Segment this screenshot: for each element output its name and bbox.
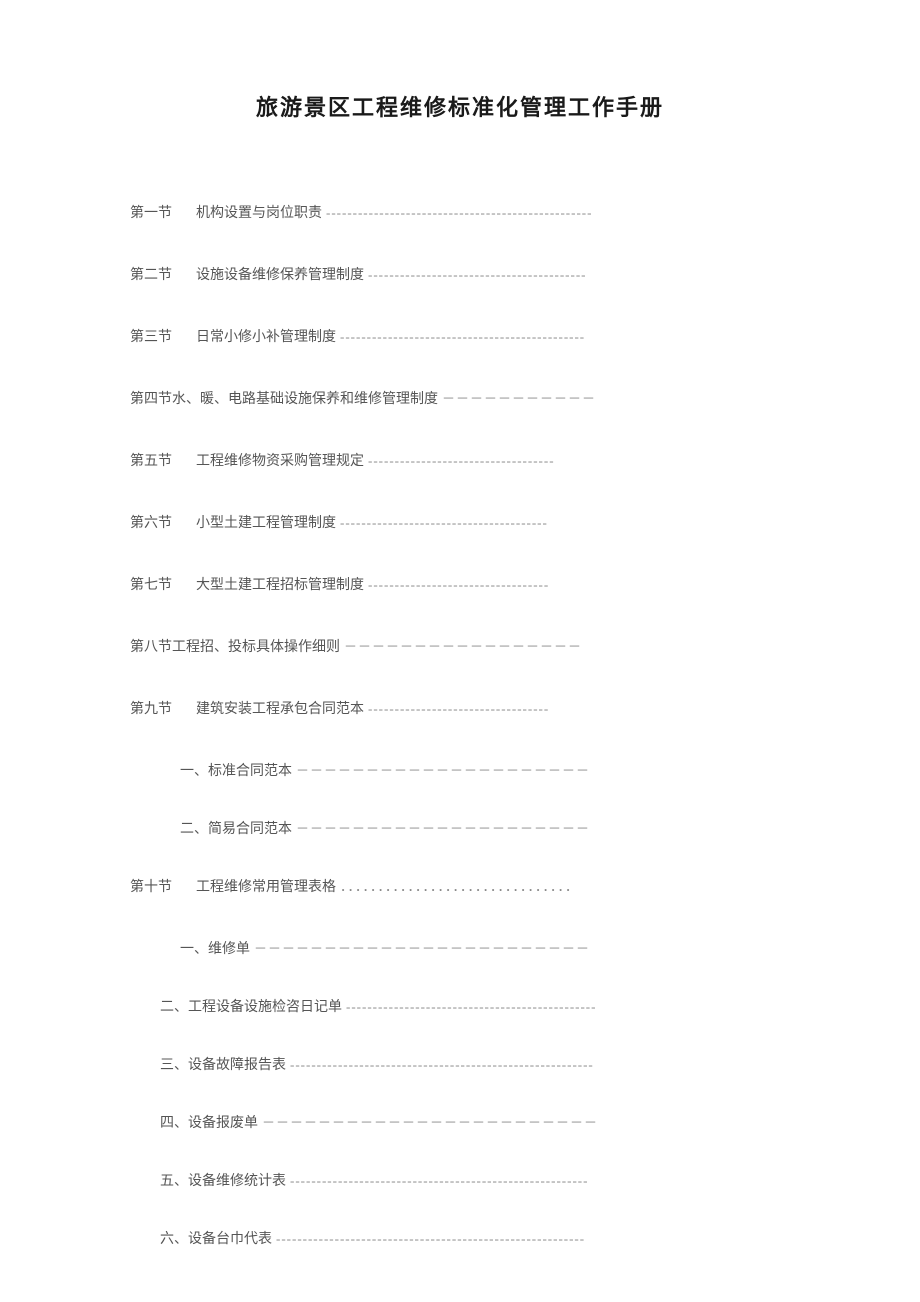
toc-section-10b: 二、工程设备设施检咨日记单 --------------------------… <box>130 996 790 1016</box>
toc-leader: －－－－－－－－－－－－－－－－－－－－－－－－ <box>254 938 790 957</box>
toc-text: 三、设备故障报告表 <box>160 1054 286 1074</box>
toc-label: 第八节 <box>130 636 172 656</box>
toc-leader: ----------------------------------------… <box>346 999 790 1015</box>
toc-text: 机构设置与岗位职责 <box>196 202 322 222</box>
toc-text: 大型土建工程招标管理制度 <box>196 574 364 594</box>
toc-leader: ----------------------------------------… <box>290 1057 790 1073</box>
toc-text: 小型土建工程管理制度 <box>196 512 336 532</box>
toc-text: 工程招、投标具体操作细则 <box>172 636 340 656</box>
toc-leader: ----------------------------------------… <box>340 329 790 345</box>
toc-section-9b: 二、简易合同范本 －－－－－－－－－－－－－－－－－－－－－ <box>130 818 790 838</box>
document-title: 旅游景区工程维修标准化管理工作手册 <box>130 90 790 122</box>
toc-section-3: 第三节 日常小修小补管理制度 -------------------------… <box>130 326 790 346</box>
toc-leader: －－－－－－－－－－－－－－－－－－－－－－－－ <box>262 1112 790 1131</box>
toc-section-7: 第七节 大型土建工程招标管理制度 -----------------------… <box>130 574 790 594</box>
toc-leader: －－－－－－－－－－－－－－－－－－－－－ <box>296 818 790 837</box>
toc-leader: ．．．．．．．．．．．．．．．．．．．．．．．．．．．．．．． <box>340 876 790 895</box>
toc-text: 设施设备维修保养管理制度 <box>196 264 364 284</box>
toc-text: 六、设备台巾代表 <box>160 1228 272 1248</box>
toc-text: 二、工程设备设施检咨日记单 <box>160 996 342 1016</box>
toc-leader: －－－－－－－－－－－－－－－－－－－－－ <box>296 760 790 779</box>
toc-section-2: 第二节 设施设备维修保养管理制度 -----------------------… <box>130 264 790 284</box>
toc-leader: －－－－－－－－－－－－－－－－－ <box>344 636 790 655</box>
toc-leader: ---------------------------------- <box>368 577 790 593</box>
toc-leader: ----------------------------------------… <box>368 267 790 283</box>
toc-label: 第三节 <box>130 326 172 346</box>
toc-section-8: 第八节 工程招、投标具体操作细则 －－－－－－－－－－－－－－－－－ <box>130 636 790 656</box>
toc-leader: ----------------------------------------… <box>326 205 790 221</box>
toc-label: 第二节 <box>130 264 172 284</box>
toc-text: 一、维修单 <box>180 938 250 958</box>
toc-section-5: 第五节 工程维修物资采购管理规定 -----------------------… <box>130 450 790 470</box>
toc-label: 第一节 <box>130 202 172 222</box>
toc-text: 日常小修小补管理制度 <box>196 326 336 346</box>
toc-text: 建筑安装工程承包合同范本 <box>196 698 364 718</box>
toc-section-10f: 六、设备台巾代表 -------------------------------… <box>130 1228 790 1248</box>
toc-section-1: 第一节 机构设置与岗位职责 --------------------------… <box>130 202 790 222</box>
toc-text: 二、简易合同范本 <box>180 818 292 838</box>
toc-section-10d: 四、设备报废单 －－－－－－－－－－－－－－－－－－－－－－－－ <box>130 1112 790 1132</box>
toc-label: 第九节 <box>130 698 172 718</box>
toc-text: 水、暖、电路基础设施保养和维修管理制度 <box>172 388 438 408</box>
toc-section-9: 第九节 建筑安装工程承包合同范本 -----------------------… <box>130 698 790 718</box>
toc-label: 第四节 <box>130 388 172 408</box>
toc-section-6: 第六节 小型土建工程管理制度 -------------------------… <box>130 512 790 532</box>
toc-section-10: 第十节 工程维修常用管理表格 ．．．．．．．．．．．．．．．．．．．．．．．．．… <box>130 876 790 896</box>
toc-leader: ----------------------------------- <box>368 453 790 469</box>
table-of-contents: 第一节 机构设置与岗位职责 --------------------------… <box>130 202 790 1248</box>
toc-leader: --------------------------------------- <box>340 515 790 531</box>
toc-leader: ----------------------------------------… <box>290 1173 790 1189</box>
toc-label: 第七节 <box>130 574 172 594</box>
toc-leader: ---------------------------------- <box>368 701 790 717</box>
toc-text: 五、设备维修统计表 <box>160 1170 286 1190</box>
toc-text: 工程维修物资采购管理规定 <box>196 450 364 470</box>
toc-section-10c: 三、设备故障报告表 ------------------------------… <box>130 1054 790 1074</box>
toc-label: 第六节 <box>130 512 172 532</box>
toc-text: 四、设备报废单 <box>160 1112 258 1132</box>
toc-leader: ----------------------------------------… <box>276 1231 790 1247</box>
toc-text: 工程维修常用管理表格 <box>196 876 336 896</box>
toc-section-10a: 一、维修单 －－－－－－－－－－－－－－－－－－－－－－－－ <box>130 938 790 958</box>
toc-label: 第十节 <box>130 876 172 896</box>
toc-section-4: 第四节 水、暖、电路基础设施保养和维修管理制度 －－－－－－－－－－－ <box>130 388 790 408</box>
toc-section-9a: 一、标准合同范本 －－－－－－－－－－－－－－－－－－－－－ <box>130 760 790 780</box>
toc-leader: －－－－－－－－－－－ <box>442 388 790 407</box>
toc-text: 一、标准合同范本 <box>180 760 292 780</box>
toc-label: 第五节 <box>130 450 172 470</box>
toc-section-10e: 五、设备维修统计表 ------------------------------… <box>130 1170 790 1190</box>
